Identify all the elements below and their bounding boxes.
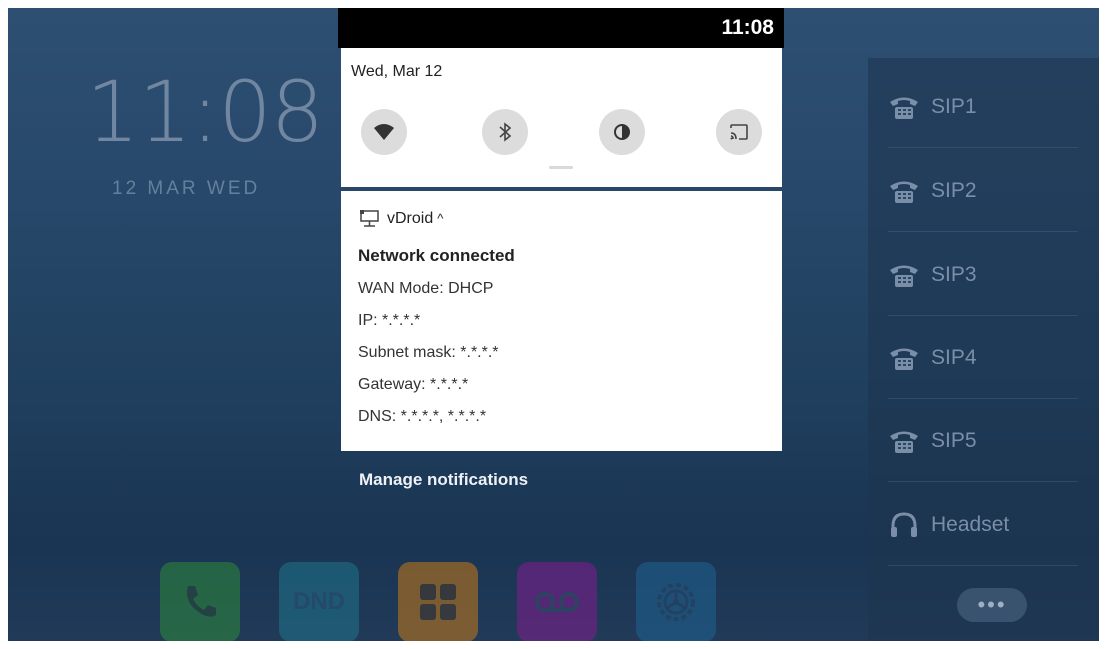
account-sip4[interactable]: SIP4 <box>888 317 1078 399</box>
phone-icon <box>890 431 918 453</box>
notification-title: Network connected <box>358 246 515 265</box>
status-bar: 11:08 <box>338 8 784 48</box>
wifi-icon <box>374 124 394 140</box>
account-headset[interactable]: Headset <box>888 484 1078 566</box>
account-label: SIP4 <box>931 345 977 369</box>
network-icon <box>360 210 379 227</box>
voicemail-icon <box>535 592 579 612</box>
account-label: SIP5 <box>931 428 977 452</box>
phone-icon <box>890 181 918 203</box>
settings-gear-icon <box>657 583 695 621</box>
notification-line: WAN Mode: DHCP <box>358 280 494 297</box>
phone-handset-icon <box>187 586 216 617</box>
account-panel: SIP1 SIP2 SIP3 SIP4 SIP5 Headset ••• <box>868 58 1099 641</box>
dock-voicemail-app[interactable] <box>517 562 597 641</box>
notification-line: DNS: *.*.*.*, *.*.*.* <box>358 408 487 425</box>
account-label: Headset <box>931 512 1010 536</box>
home-date: 12 MAR WED <box>112 178 261 199</box>
home-clock: 11:08 <box>86 63 324 161</box>
drag-handle[interactable] <box>549 166 573 169</box>
device-screen: 11:08 12 MAR WED SIP1 SIP2 SIP3 SIP4 SIP… <box>8 8 1099 641</box>
account-sip2[interactable]: SIP2 <box>888 150 1078 232</box>
status-time: 11:08 <box>721 16 774 39</box>
manage-notifications-link[interactable]: Manage notifications <box>359 470 528 490</box>
notification-card[interactable]: vDroid ^ Network connected WAN Mode: DHC… <box>341 191 782 451</box>
dock-settings-app[interactable] <box>636 562 716 641</box>
notification-line: Subnet mask: *.*.*.* <box>358 344 499 361</box>
contrast-icon <box>614 124 630 140</box>
notification-header[interactable]: vDroid ^ <box>359 209 443 228</box>
cast-toggle[interactable] <box>716 109 762 155</box>
quick-settings-date: Wed, Mar 12 <box>351 63 443 80</box>
cast-icon <box>730 124 748 140</box>
bluetooth-icon <box>499 122 512 142</box>
account-label: SIP1 <box>931 94 977 118</box>
quick-settings-panel: Wed, Mar 12 <box>341 48 782 187</box>
notification-app-name: vDroid <box>387 209 434 227</box>
phone-icon <box>890 348 918 370</box>
account-sip3[interactable]: SIP3 <box>888 234 1078 316</box>
headset-icon <box>891 511 917 537</box>
chevron-up-icon[interactable]: ^ <box>437 211 443 226</box>
dock-apps-app[interactable] <box>398 562 478 641</box>
account-sip5[interactable]: SIP5 <box>888 400 1078 482</box>
dock-phone-app[interactable] <box>160 562 240 641</box>
phone-icon <box>890 265 918 287</box>
notification-line: Gateway: *.*.*.* <box>358 376 469 393</box>
dock-dnd-app[interactable]: DND <box>279 562 359 641</box>
phone-icon <box>890 97 918 119</box>
apps-grid-icon <box>420 584 456 620</box>
account-label: SIP2 <box>931 178 977 202</box>
contrast-toggle[interactable] <box>599 109 645 155</box>
wifi-toggle[interactable] <box>361 109 407 155</box>
dnd-icon: DND <box>293 588 345 615</box>
account-sip1[interactable]: SIP1 <box>888 66 1078 148</box>
notification-line: IP: *.*.*.* <box>358 312 421 329</box>
account-label: SIP3 <box>931 262 977 286</box>
more-button[interactable]: ••• <box>957 588 1027 622</box>
bluetooth-toggle[interactable] <box>482 109 528 155</box>
